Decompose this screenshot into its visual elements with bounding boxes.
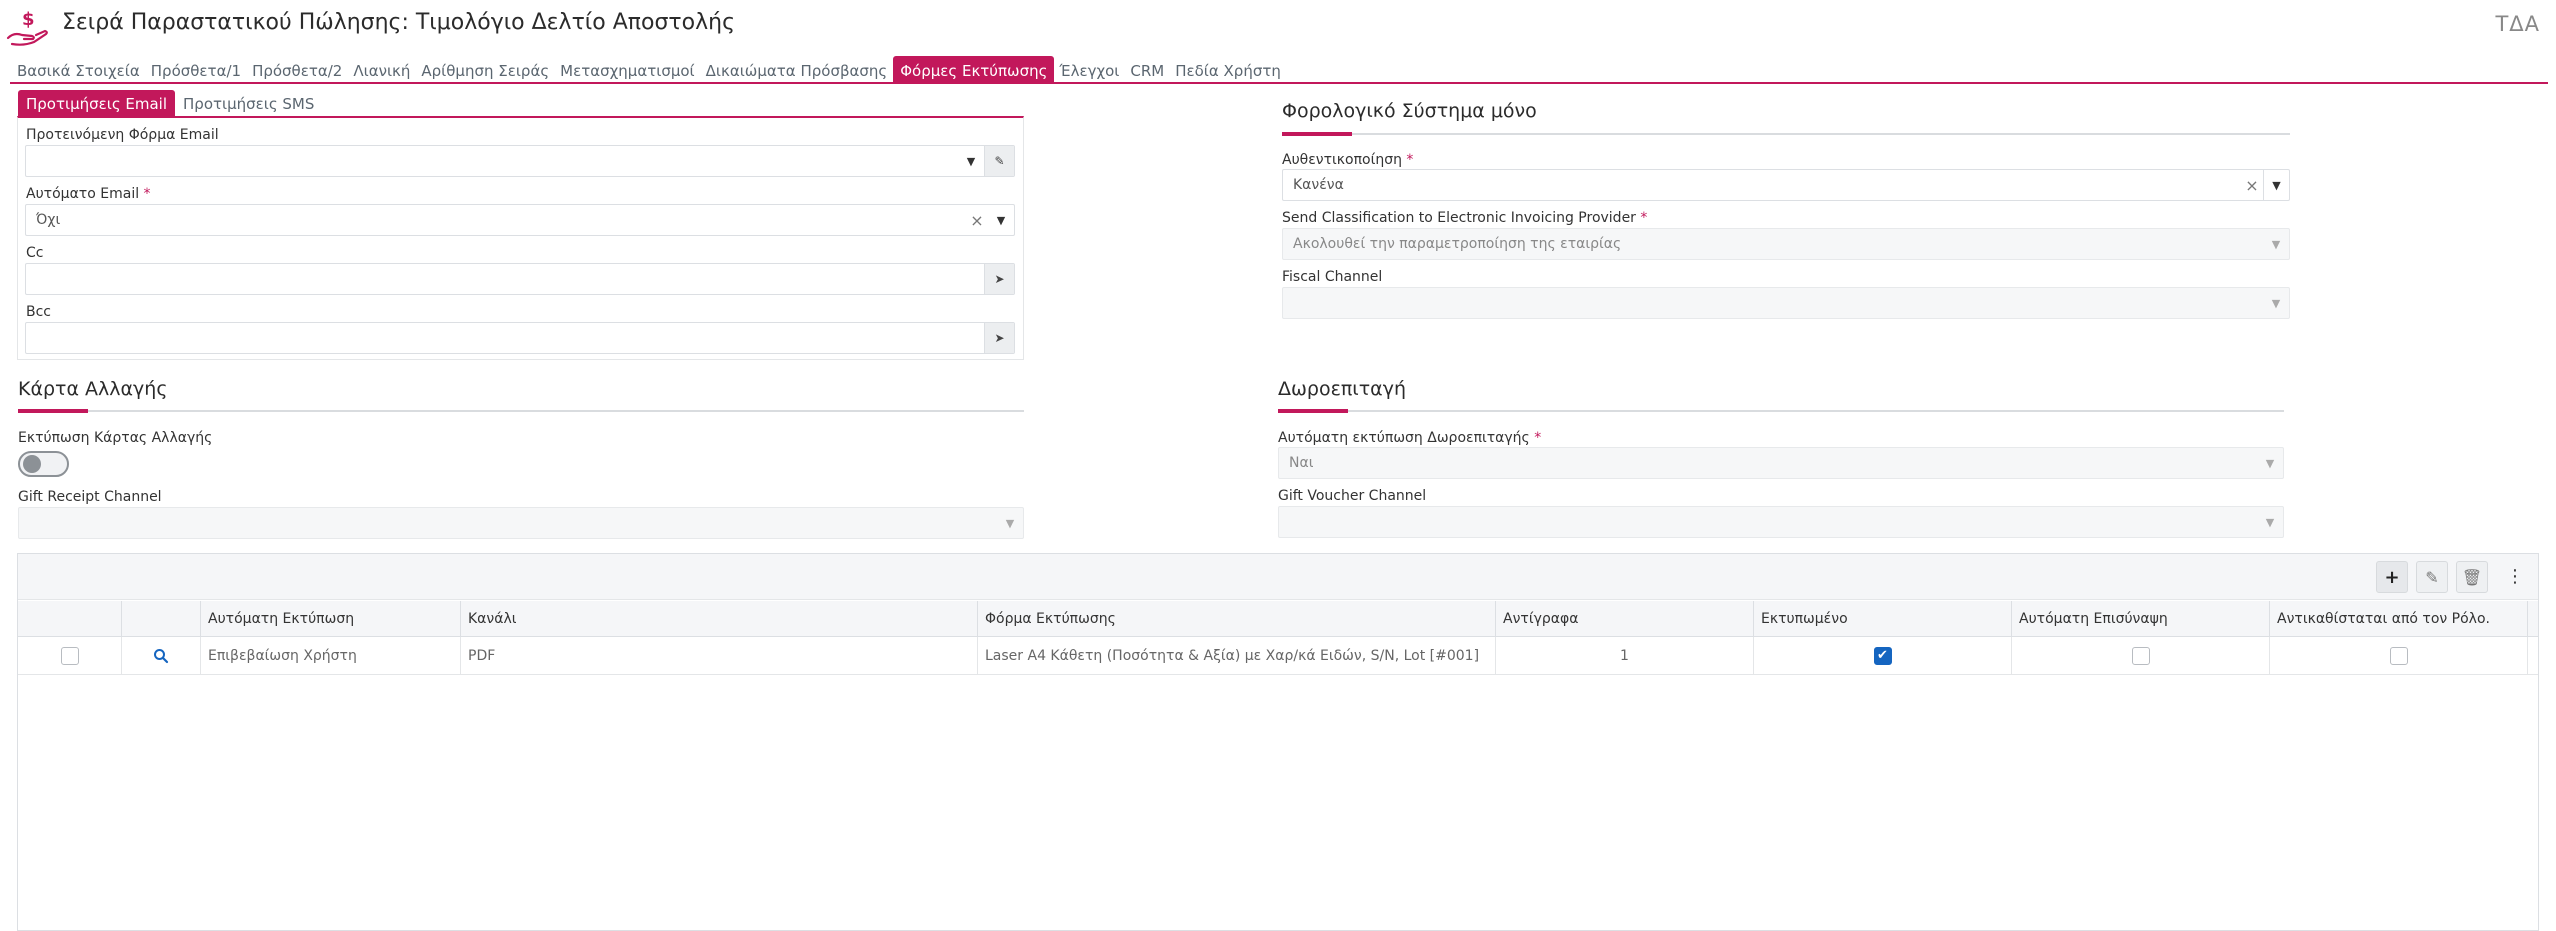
tab-series-numbering[interactable]: Αρίθμηση Σειράς	[416, 56, 555, 82]
classification-label: Send Classification to Electronic Invoic…	[1282, 210, 1648, 226]
chevron-down-icon[interactable]: ▼	[958, 146, 984, 176]
tab-checks[interactable]: Έλεγχοι	[1054, 56, 1125, 82]
classification-select[interactable]: Ακολουθεί την παραμετροποίηση της εταιρί…	[1282, 228, 2290, 260]
chevron-down-icon[interactable]: ▼	[2257, 507, 2283, 537]
add-icon[interactable]: +	[2376, 561, 2408, 593]
page-title: Σειρά Παραστατικού Πώλησης: Τιμολόγιο Δε…	[62, 10, 735, 35]
grid-header: Αυτόματη Εκτύπωση Κανάλι Φόρμα Εκτύπωσης…	[18, 601, 2538, 637]
auth-label: Αυθεντικοποίηση *	[1282, 152, 1414, 168]
clear-icon[interactable]: ×	[966, 211, 988, 230]
main-tabs: Βασικά Στοιχεία Πρόσθετα/1 Πρόσθετα/2 Λι…	[12, 56, 1287, 82]
print-change-card-toggle[interactable]	[18, 451, 69, 477]
print-change-card-label: Εκτύπωση Κάρτας Αλλαγής	[18, 430, 213, 446]
auto-email-label: Αυτόματο Email *	[26, 186, 151, 202]
row-select-checkbox[interactable]	[60, 646, 79, 665]
svg-text:$: $	[22, 9, 35, 30]
auto-attach-checkbox[interactable]	[2131, 646, 2150, 665]
printed-checkbox[interactable]: ✔	[1873, 646, 1892, 665]
grid-toolbar: + ✎ 🗑 ⋮	[18, 554, 2538, 600]
delete-icon[interactable]: 🗑	[2456, 561, 2488, 593]
email-form-field[interactable]: ▼ ✎	[25, 145, 1015, 177]
subtab-email-preferences[interactable]: Προτιμήσεις Email	[18, 90, 176, 116]
tab-transformations[interactable]: Μετασχηματισμοί	[555, 56, 701, 82]
overridden-by-role-checkbox[interactable]	[2389, 646, 2408, 665]
cell-auto-print[interactable]: Επιβεβαίωση Χρήστη	[201, 637, 461, 674]
tab-retail[interactable]: Λιανική	[348, 56, 416, 82]
cc-field[interactable]: ➤	[25, 263, 1015, 295]
fiscal-channel-select[interactable]: ▼	[1282, 287, 2290, 319]
tab-extra-1[interactable]: Πρόσθετα/1	[146, 56, 247, 82]
auto-gift-voucher-label: Αυτόματη εκτύπωση Δωροεπιταγής *	[1278, 430, 1542, 446]
auth-select[interactable]: Κανένα × ▼	[1282, 169, 2290, 201]
fiscal-channel-label: Fiscal Channel	[1282, 269, 1383, 285]
edit-icon[interactable]: ✎	[984, 146, 1014, 176]
chevron-down-icon[interactable]: ▼	[2257, 448, 2283, 478]
cell-overridden-by-role	[2270, 637, 2528, 674]
auto-email-select[interactable]: Όχι × ▼	[25, 204, 1015, 236]
toggle-knob	[23, 455, 41, 473]
select-column-header	[18, 601, 122, 636]
chevron-down-icon[interactable]: ▼	[997, 508, 1023, 538]
tabs-underline	[10, 82, 2548, 84]
cell-copies[interactable]: 1	[1496, 637, 1754, 674]
row-select-cell	[18, 637, 122, 674]
table-row[interactable]: Επιβεβαίωση Χρήστη PDF Laser A4 Κάθετη (…	[18, 637, 2538, 675]
column-auto-print[interactable]: Αυτόματη Εκτύπωση	[201, 601, 461, 636]
tab-print-forms[interactable]: Φόρμες Εκτύπωσης	[893, 56, 1055, 82]
gift-voucher-channel-label: Gift Voucher Channel	[1278, 488, 1427, 504]
series-code: ΤΔΑ	[2495, 12, 2540, 36]
chevron-down-icon[interactable]: ▼	[2263, 170, 2289, 200]
bcc-label: Bcc	[26, 304, 51, 320]
tab-crm[interactable]: CRM	[1125, 56, 1170, 82]
tab-user-fields[interactable]: Πεδία Χρήστη	[1170, 56, 1287, 82]
change-card-divider	[18, 409, 1024, 413]
column-overridden-by-role[interactable]: Αντικαθίσταται από τον Ρόλο.	[2270, 601, 2528, 636]
column-auto-attach[interactable]: Αυτόματη Επισύναψη	[2012, 601, 2270, 636]
subtab-sms-preferences[interactable]: Προτιμήσεις SMS	[175, 90, 322, 116]
gift-receipt-channel-label: Gift Receipt Channel	[18, 489, 162, 505]
column-copies[interactable]: Αντίγραφα	[1496, 601, 1754, 636]
fiscal-section-title: Φορολογικό Σύστημα μόνο	[1282, 100, 1537, 122]
more-options-icon[interactable]: ⋮	[2506, 566, 2524, 587]
send-icon[interactable]: ➤	[984, 323, 1014, 353]
sub-tabs: Προτιμήσεις Email Προτιμήσεις SMS	[18, 90, 322, 116]
cell-printed: ✔	[1754, 637, 2012, 674]
auto-gift-voucher-value: Ναι	[1289, 455, 1314, 471]
tab-basic[interactable]: Βασικά Στοιχεία	[12, 56, 146, 82]
column-channel[interactable]: Κανάλι	[461, 601, 978, 636]
gift-receipt-channel-select[interactable]: ▼	[18, 507, 1024, 539]
cc-label: Cc	[26, 245, 44, 261]
clear-icon[interactable]: ×	[2241, 176, 2263, 195]
fiscal-section-divider	[1282, 132, 2290, 136]
email-form-label: Προτεινόμενη Φόρμα Email	[26, 127, 219, 143]
bcc-field[interactable]: ➤	[25, 322, 1015, 354]
chevron-down-icon[interactable]: ▼	[2263, 288, 2289, 318]
classification-value: Ακολουθεί την παραμετροποίηση της εταιρί…	[1293, 236, 1622, 252]
gift-voucher-divider	[1278, 409, 2284, 413]
row-action-cell	[122, 637, 201, 674]
chevron-down-icon[interactable]: ▼	[2263, 229, 2289, 259]
auto-gift-voucher-select[interactable]: Ναι ▼	[1278, 447, 2284, 479]
chevron-down-icon[interactable]: ▼	[988, 205, 1014, 235]
dollar-hand-icon: $	[6, 8, 50, 48]
cell-print-form[interactable]: Laser A4 Κάθετη (Ποσότητα & Αξία) με Χαρ…	[978, 637, 1496, 674]
gift-voucher-channel-select[interactable]: ▼	[1278, 506, 2284, 538]
gift-voucher-section-title: Δωροεπιταγή	[1278, 378, 1406, 400]
column-printed[interactable]: Εκτυπωμένο	[1754, 601, 2012, 636]
tab-access-rights[interactable]: Δικαιώματα Πρόσβασης	[701, 56, 894, 82]
action-column-header	[122, 601, 201, 636]
tab-extra-2[interactable]: Πρόσθετα/2	[247, 56, 348, 82]
auto-email-value: Όχι	[36, 212, 61, 228]
cell-auto-attach	[2012, 637, 2270, 674]
column-print-form[interactable]: Φόρμα Εκτύπωσης	[978, 601, 1496, 636]
cell-channel[interactable]: PDF	[461, 637, 978, 674]
search-icon[interactable]	[153, 648, 169, 664]
edit-icon[interactable]: ✎	[2416, 561, 2448, 593]
send-icon[interactable]: ➤	[984, 264, 1014, 294]
change-card-section-title: Κάρτα Αλλαγής	[18, 378, 168, 400]
auth-value: Κανένα	[1293, 177, 1344, 193]
